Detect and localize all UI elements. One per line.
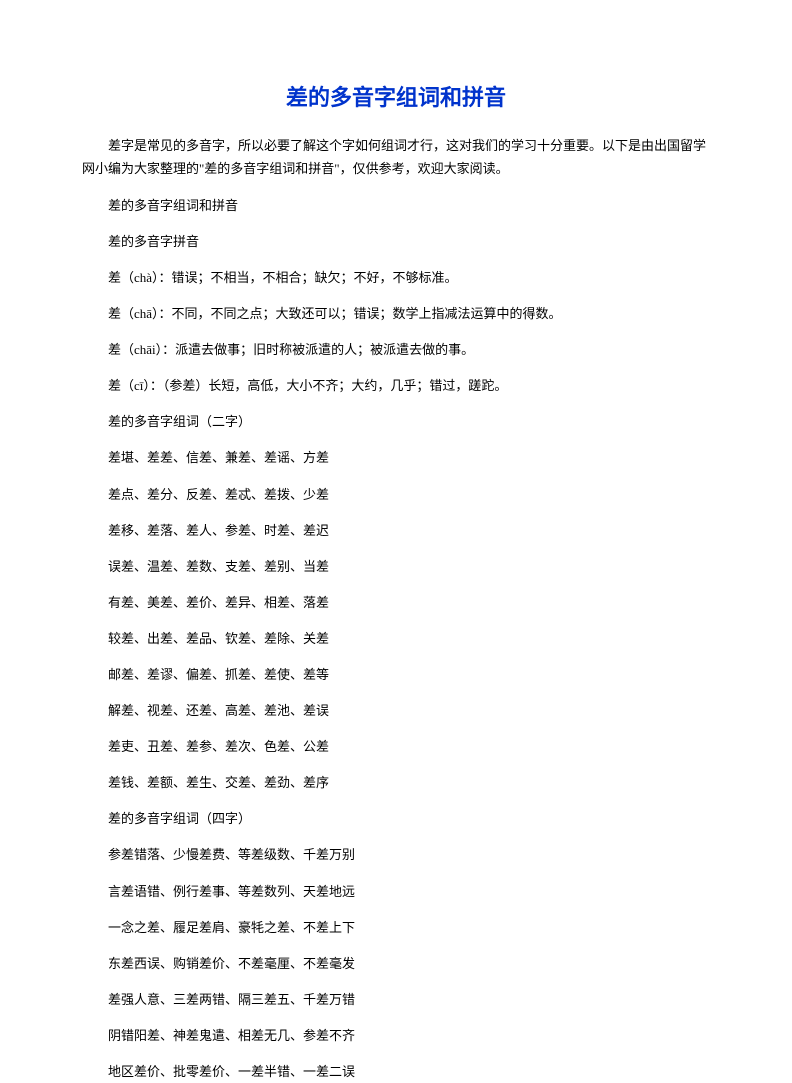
paragraph: 东差西误、购销差价、不差毫厘、不差毫发 bbox=[82, 953, 710, 975]
paragraph: 地区差价、批零差价、一差半错、一差二误 bbox=[82, 1061, 710, 1083]
paragraph: 差（cī）：（参差）长短，高低，大小不齐；大约，几乎；错过，蹉跎。 bbox=[82, 375, 710, 397]
paragraph: 差堪、差差、信差、兼差、差谣、方差 bbox=[82, 447, 710, 469]
page-title: 差的多音字组词和拼音 bbox=[82, 80, 710, 112]
paragraph: 邮差、差谬、偏差、抓差、差使、差等 bbox=[82, 664, 710, 686]
paragraph: 阴错阳差、神差鬼遣、相差无几、参差不齐 bbox=[82, 1025, 710, 1047]
paragraph: 差（chā）：不同，不同之点；大致还可以；错误；数学上指减法运算中的得数。 bbox=[82, 303, 710, 325]
paragraph: 参差错落、少慢差费、等差级数、千差万别 bbox=[82, 844, 710, 866]
paragraph: 差（chāi）：派遣去做事；旧时称被派遣的人；被派遣去做的事。 bbox=[82, 339, 710, 361]
paragraph: 一念之差、履足差肩、豪牦之差、不差上下 bbox=[82, 917, 710, 939]
paragraph: 解差、视差、还差、高差、差池、差误 bbox=[82, 700, 710, 722]
paragraph: 差吏、丑差、差参、差次、色差、公差 bbox=[82, 736, 710, 758]
paragraph: 较差、出差、差品、钦差、差除、关差 bbox=[82, 628, 710, 650]
paragraph: 差钱、差额、差生、交差、差劲、差序 bbox=[82, 772, 710, 794]
paragraph: 差移、差落、差人、参差、时差、差迟 bbox=[82, 520, 710, 542]
paragraph: 差的多音字拼音 bbox=[82, 231, 710, 253]
paragraph: 差点、差分、反差、差忒、差拨、少差 bbox=[82, 484, 710, 506]
paragraph: 差的多音字组词和拼音 bbox=[82, 195, 710, 217]
intro-paragraph: 差字是常见的多音字，所以必要了解这个字如何组词才行，这对我们的学习十分重要。以下… bbox=[82, 134, 710, 181]
paragraph: 言差语错、例行差事、等差数列、天差地远 bbox=[82, 881, 710, 903]
paragraph: 差（chà）：错误；不相当，不相合；缺欠；不好，不够标准。 bbox=[82, 267, 710, 289]
paragraph: 差的多音字组词（四字） bbox=[82, 808, 710, 830]
paragraph: 差的多音字组词（二字） bbox=[82, 411, 710, 433]
paragraph: 误差、温差、差数、支差、差别、当差 bbox=[82, 556, 710, 578]
paragraph: 有差、美差、差价、差异、相差、落差 bbox=[82, 592, 710, 614]
paragraph: 差强人意、三差两错、隔三差五、千差万错 bbox=[82, 989, 710, 1011]
